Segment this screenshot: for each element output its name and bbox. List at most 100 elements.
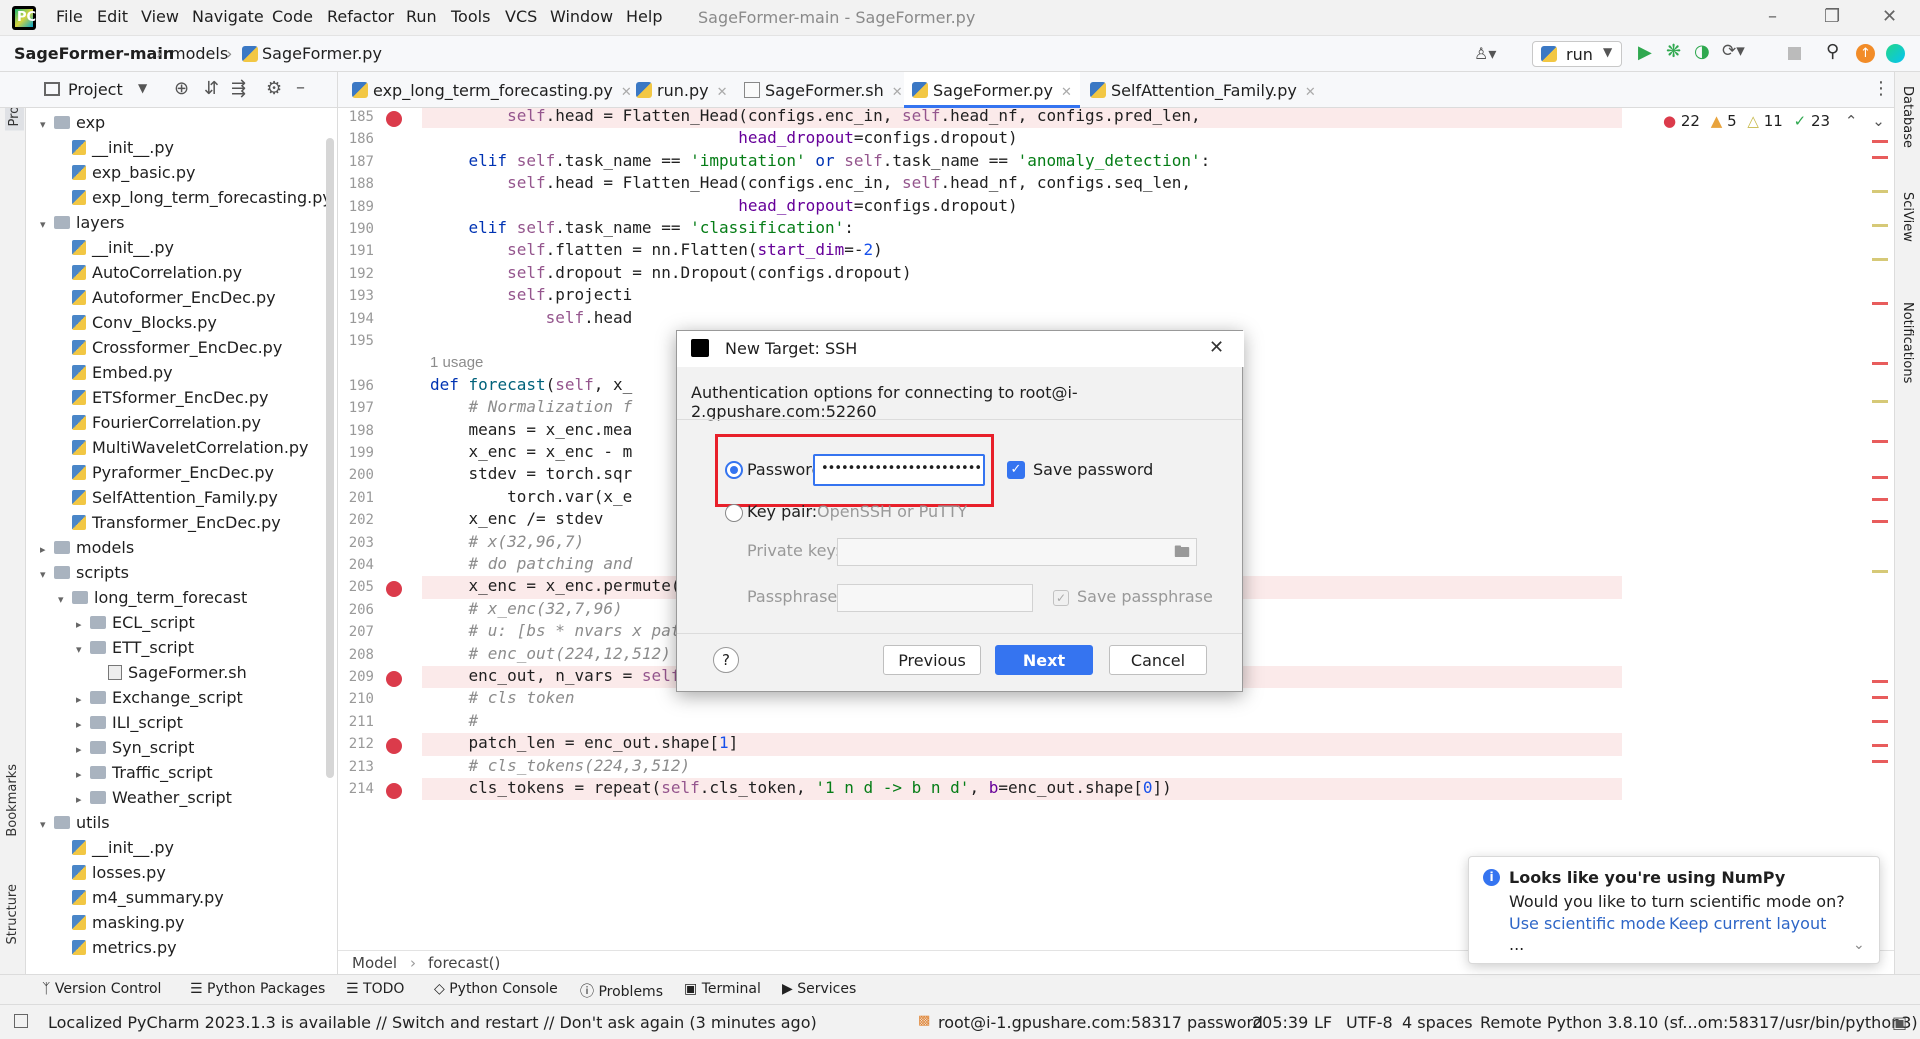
code-line[interactable]: elif self.task_name == 'imputation' or s… [422,151,1622,173]
tree-item[interactable]: exp_long_term_forecasting.py [72,188,332,213]
line-number[interactable]: 199 [338,445,374,461]
breadcrumb-folder[interactable]: models [170,44,228,63]
line-number[interactable]: 190 [338,221,374,237]
tree-item[interactable]: metrics.py [72,938,177,963]
chevron-right-icon[interactable]: ▸ [40,543,54,556]
code-line[interactable]: self.head = Flatten_Head(configs.enc_in,… [422,108,1622,129]
tree-item[interactable]: ▸ Traffic_script [76,763,213,788]
code-line[interactable]: # cls_tokens(224,3,512) [422,756,1622,778]
close-tab-icon[interactable]: ✕ [717,85,728,100]
notification-more[interactable]: ... [1509,935,1524,954]
tree-item[interactable]: ▾ exp [40,113,105,138]
file-encoding[interactable]: UTF-8 [1346,1013,1393,1032]
menu-navigate[interactable]: Navigate [192,7,264,26]
remote-connection[interactable]: root@i-1.gpushare.com:58317 password [938,1013,1263,1032]
chevron-right-icon[interactable]: ▸ [76,768,90,781]
breadcrumb-class[interactable]: Model [352,954,397,972]
toggle-tool-windows-icon[interactable] [14,1014,28,1028]
save-passphrase-checkbox[interactable]: ✓ [1053,590,1069,606]
tree-item[interactable]: Embed.py [72,363,173,388]
minimize-icon[interactable]: – [1768,6,1777,27]
chevron-down-icon[interactable]: ▾ [76,643,90,656]
menu-edit[interactable]: Edit [97,7,128,26]
breadcrumb-function[interactable]: forecast() [428,954,500,972]
breakpoint-icon[interactable] [386,783,402,799]
tab-sageformer-py[interactable]: SageFormer.py ✕ [904,72,1080,108]
line-number[interactable]: 192 [338,266,374,282]
tree-item[interactable]: ▸ ECL_script [76,613,195,638]
line-number[interactable]: 205 [338,579,374,595]
tree-item[interactable]: Crossformer_EncDec.py [72,338,282,363]
tree-item[interactable]: __init__.py [72,238,174,263]
tree-item[interactable]: SelfAttention_Family.py [72,488,278,513]
line-number[interactable]: 213 [338,759,374,775]
line-number[interactable]: 187 [338,154,374,170]
line-number[interactable]: 210 [338,691,374,707]
line-number[interactable]: 211 [338,714,374,730]
line-number[interactable]: 193 [338,288,374,304]
status-message[interactable]: Localized PyCharm 2023.1.3 is available … [48,1013,817,1032]
breakpoint-icon[interactable] [386,738,402,755]
menu-view[interactable]: View [141,7,179,26]
keypair-radio[interactable] [725,504,743,522]
tree-item[interactable]: ▾ utils [40,813,110,838]
more-tabs-icon[interactable]: ⋮ [1872,78,1890,99]
restore-icon[interactable]: ❐ [1824,6,1840,27]
previous-button[interactable]: Previous [883,645,981,675]
close-tab-icon[interactable]: ✕ [1305,85,1316,100]
menu-run[interactable]: Run [406,7,437,26]
notifications-tool-button[interactable]: Notifications [1900,302,1915,383]
tree-item[interactable]: ▸ models [40,538,134,563]
chevron-right-icon[interactable]: ▸ [76,793,90,806]
collapse-all-icon[interactable]: ⇶ [231,78,246,99]
close-tab-icon[interactable]: ✕ [892,85,903,100]
tree-item[interactable]: ETSformer_EncDec.py [72,388,268,413]
code-line[interactable]: self.dropout = nn.Dropout(configs.dropou… [422,263,1622,285]
locate-icon[interactable]: ⊕ [174,78,189,99]
scrollbar[interactable] [326,138,334,778]
tree-item[interactable]: Transformer_EncDec.py [72,513,281,538]
tree-item[interactable]: Pyraformer_EncDec.py [72,463,274,488]
keep-current-layout-link[interactable]: Keep current layout [1669,914,1826,933]
code-line[interactable]: self.head [422,308,1622,330]
ide-plugin-icon[interactable] [1886,44,1905,63]
chevron-right-icon[interactable]: ▸ [76,618,90,631]
chevron-up-icon[interactable]: ⌃ [1845,112,1858,130]
tree-item[interactable]: ▸ Weather_script [76,788,232,813]
search-icon[interactable]: ⚲ [1826,41,1839,62]
tree-item[interactable]: ▾ scripts [40,563,129,588]
lock-icon[interactable]: ▣ [1892,1013,1907,1032]
tree-item[interactable]: losses.py [72,863,166,888]
bookmarks-tool-button[interactable]: Bookmarks [5,764,20,837]
tree-item[interactable]: ▾ ETT_script [76,638,194,663]
help-button[interactable]: ? [713,647,739,673]
run-config-selector[interactable]: run ▼ [1532,41,1622,67]
tree-item[interactable]: AutoCorrelation.py [72,263,242,288]
menu-window[interactable]: Window [550,7,613,26]
line-number[interactable]: 207 [338,624,374,640]
line-number[interactable]: 214 [338,781,374,797]
tab-problems[interactable]: ⓘ Problems [580,981,663,1001]
menu-refactor[interactable]: Refactor [327,7,394,26]
code-line[interactable]: patch_len = enc_out.shape[1] [422,733,1622,756]
tab-python-packages[interactable]: ☰ Python Packages [190,981,325,997]
hide-icon[interactable]: – [296,77,305,98]
line-number[interactable]: 196 [338,378,374,394]
code-line[interactable]: head_dropout=configs.dropout) [422,128,1622,150]
line-number[interactable]: 185 [338,109,374,125]
line-number[interactable]: 212 [338,736,374,752]
tree-item[interactable]: exp_basic.py [72,163,195,188]
line-number[interactable]: 197 [338,400,374,416]
structure-tool-button[interactable]: Structure [5,884,20,944]
password-field[interactable]: •••••••••••••••••••••••••••••• [813,454,985,486]
line-number[interactable]: 195 [338,333,374,349]
line-number[interactable]: 189 [338,199,374,215]
chevron-down-icon[interactable]: ▼ [138,81,147,95]
line-number[interactable]: 208 [338,647,374,663]
passphrase-field[interactable] [837,584,1033,612]
menu-help[interactable]: Help [626,7,662,26]
tree-item[interactable]: MultiWaveletCorrelation.py [72,438,309,463]
menu-file[interactable]: File [56,7,83,26]
tree-item[interactable]: ▸ ILI_script [76,713,183,738]
save-password-checkbox[interactable]: ✓ [1007,461,1025,479]
